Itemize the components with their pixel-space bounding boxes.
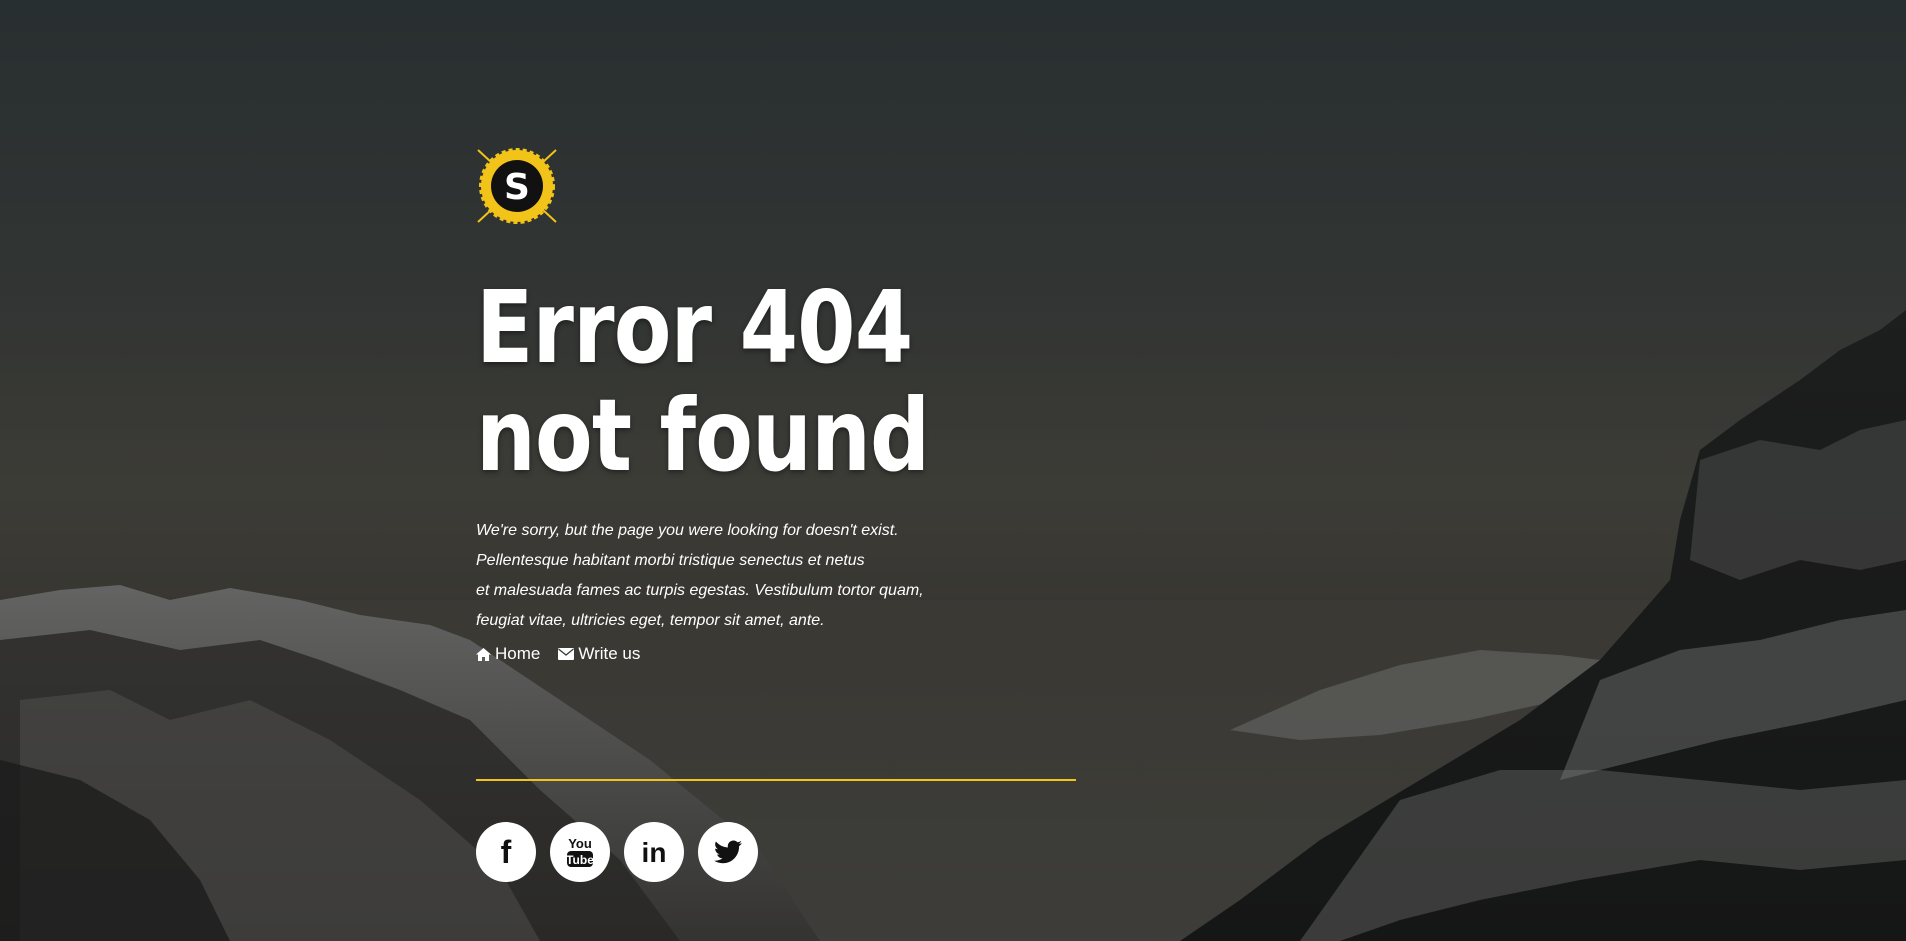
- home-link[interactable]: Home: [476, 644, 540, 664]
- envelope-icon: [558, 648, 575, 660]
- error-links: Home Write us: [476, 644, 1076, 664]
- svg-text:You: You: [568, 836, 592, 851]
- svg-text:Tube: Tube: [566, 853, 594, 867]
- logo-letter: S: [504, 167, 530, 208]
- message-line: Pellentesque habitant morbi tristique se…: [476, 552, 865, 569]
- svg-text:f: f: [501, 837, 512, 867]
- page-title: Error 404 not found: [476, 274, 980, 490]
- social-links: f You Tube in: [476, 822, 758, 882]
- youtube-button[interactable]: You Tube: [550, 822, 610, 882]
- logo-badge: S: [477, 148, 557, 224]
- svg-text:in: in: [642, 837, 667, 867]
- facebook-icon: f: [501, 837, 512, 867]
- error-content: S Error 404 not found We're sorry, but t…: [476, 148, 1076, 664]
- twitter-icon: [714, 840, 742, 864]
- facebook-button[interactable]: f: [476, 822, 536, 882]
- message-line: We're sorry, but the page you were looki…: [476, 522, 899, 539]
- error-message: We're sorry, but the page you were looki…: [476, 516, 1076, 636]
- youtube-icon: You Tube: [566, 836, 594, 867]
- message-line: feugiat vitae, ultricies eget, tempor si…: [476, 612, 825, 629]
- home-link-label: Home: [495, 644, 541, 663]
- write-us-link-label: Write us: [578, 644, 641, 663]
- linkedin-button[interactable]: in: [624, 822, 684, 882]
- divider: [476, 779, 1076, 781]
- title-line-1: Error 404: [476, 269, 913, 386]
- write-us-link[interactable]: Write us: [558, 644, 640, 664]
- title-line-2: not found: [476, 377, 930, 494]
- twitter-button[interactable]: [698, 822, 758, 882]
- linkedin-icon: in: [642, 837, 667, 867]
- home-icon: [476, 647, 491, 661]
- message-line: et malesuada fames ac turpis egestas. Ve…: [476, 582, 924, 599]
